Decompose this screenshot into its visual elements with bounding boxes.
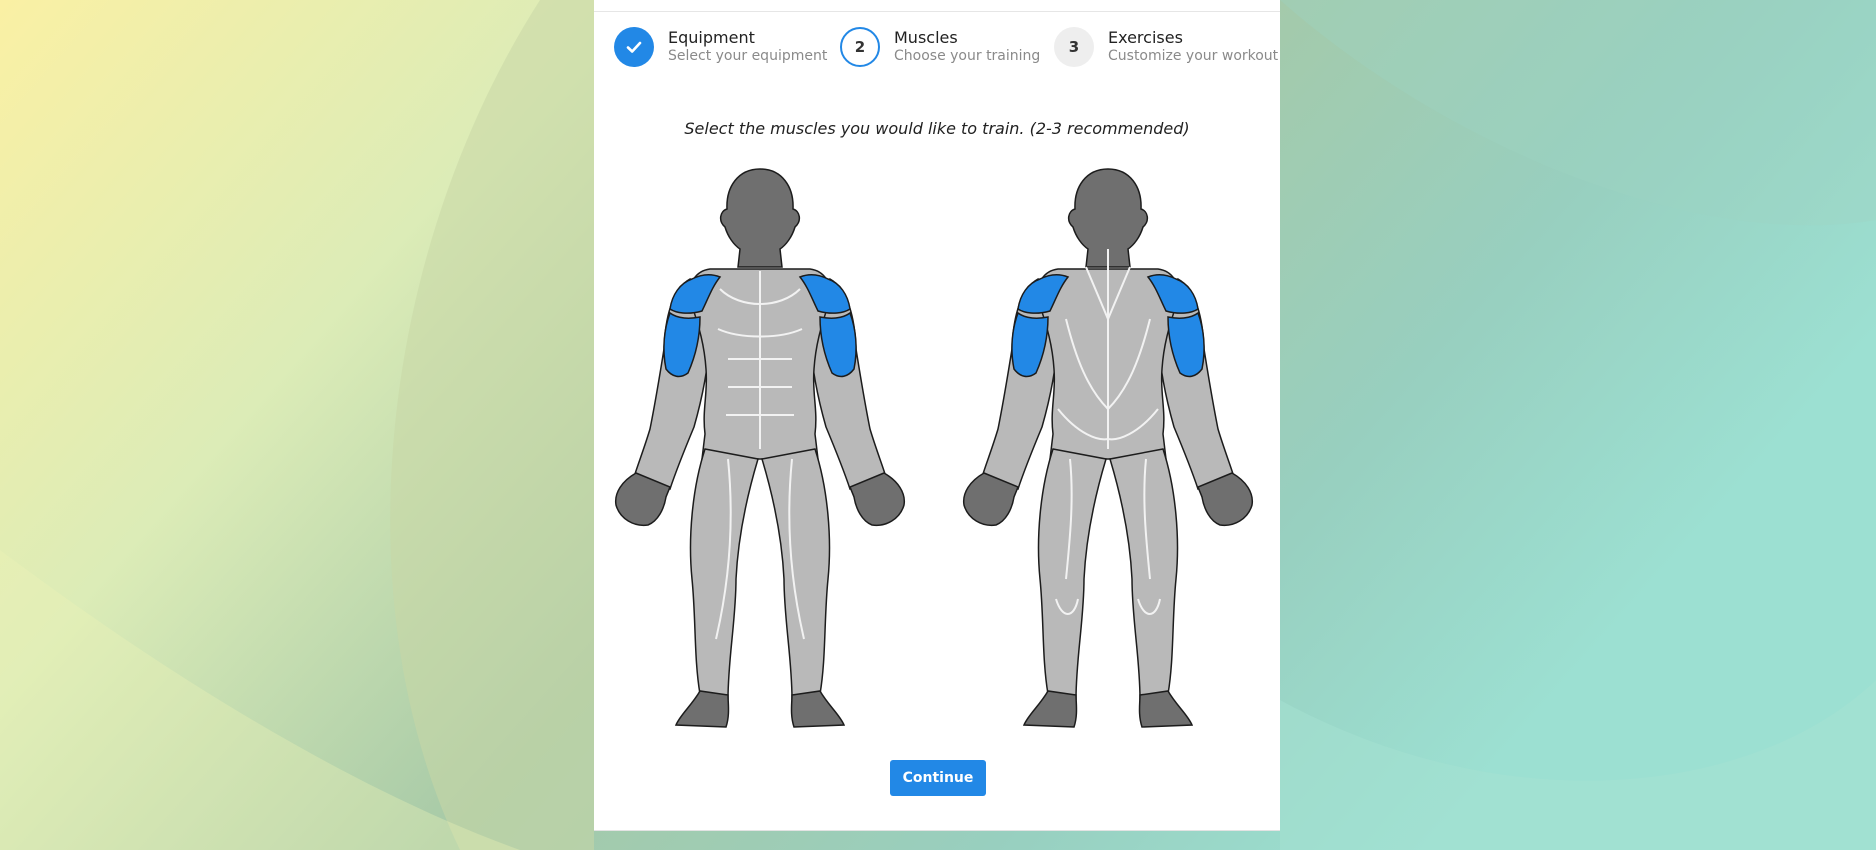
step-subtitle: Choose your training	[894, 48, 1041, 64]
step-number: 3	[1054, 27, 1094, 67]
wizard-panel: Equipment Select your equipment 2 Muscle…	[594, 0, 1280, 831]
step-title: Exercises	[1108, 28, 1183, 47]
body-back-figure[interactable]	[958, 159, 1258, 729]
step-title: Equipment	[668, 28, 755, 47]
step-title: Muscles	[894, 28, 958, 47]
step-subtitle: Customize your workout	[1108, 48, 1279, 64]
body-front-figure[interactable]	[610, 159, 910, 729]
checkmark-icon	[614, 27, 654, 67]
continue-button[interactable]: Continue	[890, 760, 986, 796]
top-divider	[594, 11, 1280, 12]
instruction-text: Select the muscles you would like to tra…	[684, 119, 1190, 138]
step-subtitle: Select your equipment	[668, 48, 828, 64]
step-number: 2	[840, 27, 880, 67]
